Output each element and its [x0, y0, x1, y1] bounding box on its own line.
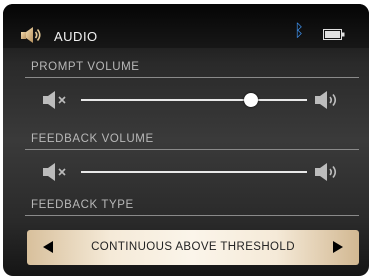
- prompt-volume-label: PROMPT VOLUME: [31, 61, 140, 73]
- feedback-volume-label: FEEDBACK VOLUME: [31, 133, 154, 145]
- volume-loud-icon[interactable]: [315, 91, 341, 109]
- feedback-volume-slider[interactable]: [43, 161, 343, 183]
- volume-loud-icon[interactable]: [315, 163, 341, 181]
- section-divider: [25, 149, 359, 150]
- header-bar: AUDIO ᛒ: [3, 4, 369, 48]
- feedback-type-selector[interactable]: CONTINUOUS ABOVE THRESHOLD: [27, 230, 359, 265]
- section-divider: [25, 215, 359, 216]
- feedback-type-label: FEEDBACK TYPE: [31, 199, 134, 211]
- slider-track[interactable]: [81, 171, 307, 173]
- page-title: AUDIO: [54, 29, 98, 44]
- feedback-type-value: CONTINUOUS ABOVE THRESHOLD: [91, 241, 295, 253]
- arrow-left-icon[interactable]: [43, 241, 53, 253]
- battery-icon: [323, 29, 345, 40]
- section-divider: [25, 77, 359, 78]
- bluetooth-icon: ᛒ: [294, 21, 305, 41]
- slider-track[interactable]: [81, 99, 307, 101]
- prompt-volume-slider[interactable]: [43, 89, 343, 111]
- volume-mute-icon[interactable]: [43, 91, 69, 109]
- speaker-icon: [21, 27, 41, 43]
- device-screen: AUDIO ᛒ PROMPT VOLUME FEEDBACK VOLUME FE…: [3, 4, 369, 276]
- slider-thumb[interactable]: [243, 93, 258, 107]
- arrow-right-icon[interactable]: [333, 241, 343, 253]
- volume-mute-icon[interactable]: [43, 163, 69, 181]
